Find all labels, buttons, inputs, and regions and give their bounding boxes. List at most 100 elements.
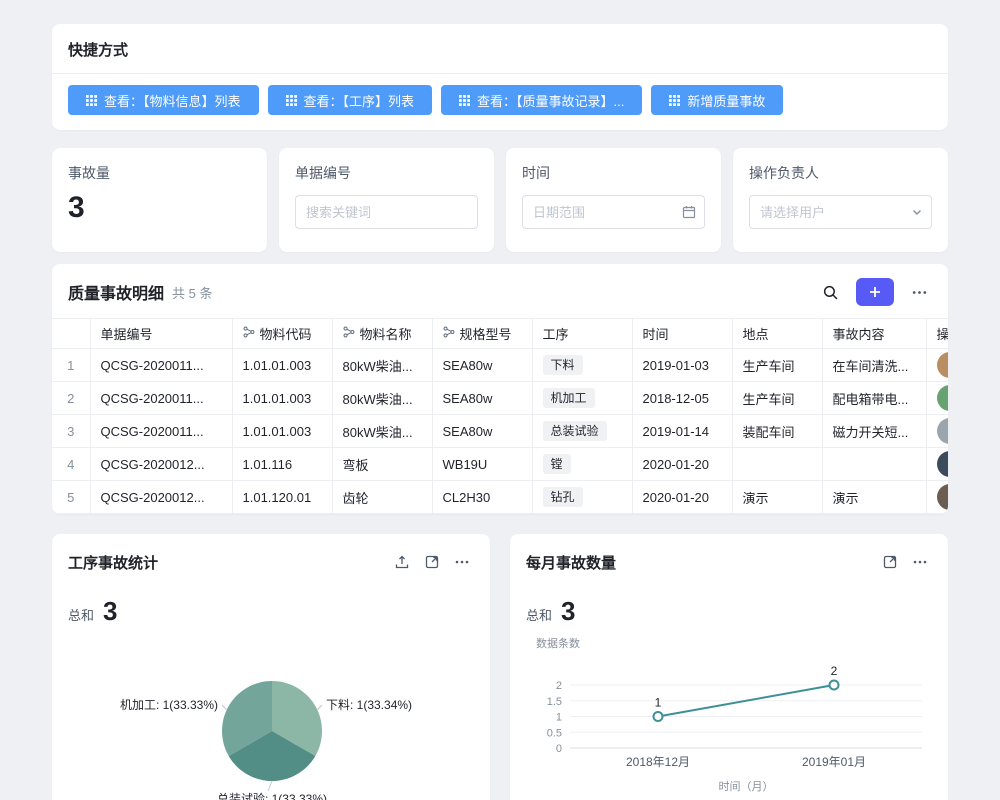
svg-text:1: 1: [556, 712, 562, 724]
shortcut-button-label: 新增质量事故: [687, 91, 765, 110]
cell-no: 5: [52, 481, 90, 514]
column-header-process[interactable]: 工序: [532, 319, 632, 349]
user-select[interactable]: [749, 195, 932, 229]
shortcut-button-2[interactable]: 查看：【工序】列表: [268, 85, 433, 115]
table-row[interactable]: 1QCSG-2020011...1.01.01.00380kW柴油...SEA8…: [52, 349, 948, 382]
table-scroll-area[interactable]: 单据编号 物料代码 物料名称规格型号工序时间地点事故内容操作负责人 1QCSG-202…: [52, 318, 948, 514]
cell-no: 3: [52, 415, 90, 448]
avatar: [937, 418, 949, 444]
cell-name: 80kW柴油...: [332, 349, 432, 382]
line-card-header: 每月事故数量: [526, 534, 932, 580]
column-header-code[interactable]: 物料代码: [232, 319, 332, 349]
doc-no-filter-card: 单据编号: [279, 148, 494, 252]
search-icon[interactable]: [818, 280, 843, 305]
cell-doc: QCSG-2020012...: [90, 481, 232, 514]
more-icon[interactable]: [907, 280, 932, 305]
cell-place: 生产车间: [732, 382, 822, 415]
add-record-button[interactable]: [856, 278, 894, 306]
column-header-place[interactable]: 地点: [732, 319, 822, 349]
accident-count-value: 3: [68, 191, 251, 225]
svg-text:时间（月）: 时间（月）: [719, 780, 774, 793]
svg-text:2018年12月: 2018年12月: [626, 755, 690, 769]
cell-content: 配电箱带电...: [822, 382, 926, 415]
cell-process: 总装试验: [532, 415, 632, 448]
process-tag: 钻孔: [543, 487, 583, 507]
cell-place: 演示: [732, 481, 822, 514]
cell-doc: QCSG-2020012...: [90, 448, 232, 481]
open-in-new-icon[interactable]: [420, 550, 444, 574]
column-header-spec[interactable]: 规格型号: [432, 319, 532, 349]
quality-incident-table-card: 质量事故明细 共 5 条 单据编号物料代码物料名称规格型号工序时间地点事故内容操…: [52, 264, 948, 514]
shortcut-button-4[interactable]: 新增质量事故: [651, 85, 783, 115]
cell-name: 80kW柴油...: [332, 415, 432, 448]
grid-icon: [669, 95, 680, 106]
avatar: [937, 385, 949, 411]
table-row[interactable]: 4QCSG-2020012...1.01.116弯板WB19U镗2020-01-…: [52, 448, 948, 481]
more-icon[interactable]: [450, 550, 474, 574]
svg-text:1: 1: [655, 696, 662, 710]
relation-field-icon: [343, 326, 355, 341]
shortcut-button-1[interactable]: 查看：【物料信息】列表: [68, 85, 259, 115]
avatar: [937, 451, 949, 477]
cell-place: 装配车间: [732, 415, 822, 448]
time-filter-card: 时间: [506, 148, 721, 252]
time-input-wrap: [522, 195, 705, 229]
cell-code: 1.01.116: [232, 448, 332, 481]
cell-date: 2020-01-20: [632, 448, 732, 481]
cell-date: 2018-12-05: [632, 382, 732, 415]
svg-text:0.5: 0.5: [547, 727, 562, 739]
grid-icon: [459, 95, 470, 106]
cell-spec: CL2H30: [432, 481, 532, 514]
cell-date: 2019-01-03: [632, 349, 732, 382]
more-icon[interactable]: [908, 550, 932, 574]
column-label: 操作负责人: [937, 325, 949, 342]
table-row[interactable]: 5QCSG-2020012...1.01.120.01齿轮CL2H30钻孔202…: [52, 481, 948, 514]
chevron-down-icon[interactable]: [911, 206, 923, 218]
shortcuts-card: 快捷方式 查看：【物料信息】列表查看：【工序】列表查看：【质量事故记录】...新…: [52, 24, 948, 130]
column-header-content[interactable]: 事故内容: [822, 319, 926, 349]
operator-select-wrap: [749, 195, 932, 229]
open-in-new-icon[interactable]: [878, 550, 902, 574]
svg-text:机加工: 1(33.33%): 机加工: 1(33.33%): [120, 698, 218, 712]
export-icon[interactable]: [390, 550, 414, 574]
shortcut-button-3[interactable]: 查看：【质量事故记录】...: [441, 85, 642, 115]
record-count: 共 5 条: [172, 283, 212, 302]
cell-content: [822, 448, 926, 481]
cell-owner: [926, 448, 948, 481]
column-header-doc[interactable]: 单据编号: [90, 319, 232, 349]
cell-owner: [926, 349, 948, 382]
doc-no-input-wrap: [295, 195, 478, 229]
process-tag: 总装试验: [543, 421, 607, 441]
date-range-input[interactable]: [522, 195, 705, 229]
time-label: 时间: [522, 163, 705, 183]
calendar-icon[interactable]: [682, 205, 696, 219]
column-header-date[interactable]: 时间: [632, 319, 732, 349]
process-tag: 机加工: [543, 388, 595, 408]
table-row[interactable]: 3QCSG-2020011...1.01.01.00380kW柴油...SEA8…: [52, 415, 948, 448]
column-label: 物料代码: [260, 327, 312, 342]
filter-row: 事故量 3 单据编号 时间 操作负责人: [52, 148, 948, 252]
cell-code: 1.01.01.003: [232, 415, 332, 448]
cell-process: 镗: [532, 448, 632, 481]
pie-card-actions: [390, 550, 474, 574]
accident-count-label: 事故量: [68, 163, 251, 183]
cell-code: 1.01.01.003: [232, 382, 332, 415]
plus-icon: [869, 286, 881, 298]
table-row[interactable]: 2QCSG-2020011...1.01.01.00380kW柴油...SEA8…: [52, 382, 948, 415]
total-label: 总和: [68, 605, 94, 624]
cell-content: 演示: [822, 481, 926, 514]
table-header-row: 单据编号 物料代码 物料名称规格型号工序时间地点事故内容操作负责人: [52, 319, 948, 349]
line-card-actions: [878, 550, 932, 574]
cell-doc: QCSG-2020011...: [90, 382, 232, 415]
column-header-owner[interactable]: 操作负责人: [926, 319, 948, 349]
svg-text:总装试验: 1(33.33%): 总装试验: 1(33.33%): [217, 791, 327, 800]
doc-no-search-input[interactable]: [295, 195, 478, 229]
cell-code: 1.01.01.003: [232, 349, 332, 382]
total-value: 3: [103, 596, 117, 627]
cell-place: 生产车间: [732, 349, 822, 382]
column-header-name[interactable]: 物料名称: [332, 319, 432, 349]
monthly-count-card: 每月事故数量 总和 3 数据条数00.511.5212018年12月22019年…: [510, 534, 948, 800]
cell-doc: QCSG-2020011...: [90, 415, 232, 448]
avatar: [937, 352, 949, 378]
total-label: 总和: [526, 605, 552, 624]
